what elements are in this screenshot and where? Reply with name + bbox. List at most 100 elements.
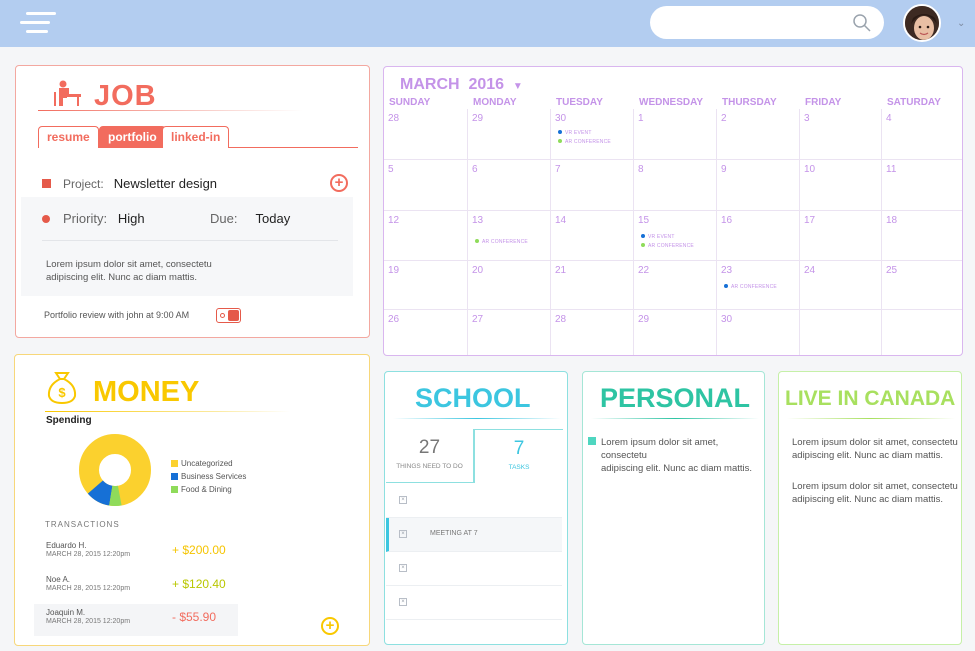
school-card: SCHOOL 27 THINGS NEED TO DO 7 TASKS × × M…	[384, 371, 568, 645]
transaction-row[interactable]: Joaquin M. MARCH 28, 2015 12:20pm - $55.…	[34, 604, 238, 636]
menu-icon[interactable]	[20, 12, 56, 34]
canada-note-line: Lorem ipsum dolor sit amet, consectetu	[792, 437, 958, 448]
calendar-day[interactable]: 11	[882, 160, 962, 211]
calendar-day-number: 15	[638, 215, 650, 226]
checkbox-icon[interactable]: ×	[399, 564, 407, 572]
personal-note: Lorem ipsum dolor sit amet, consectetu a…	[601, 436, 764, 475]
tab-resume[interactable]: resume	[38, 126, 99, 148]
calendar-day[interactable]: 23 AR CONFERENCE	[717, 261, 800, 310]
calendar-day-number: 28	[555, 314, 567, 325]
calendar-day[interactable]: 20	[468, 261, 551, 310]
calendar-day[interactable]: 15 VR EVENT AR CONFERENCE	[634, 211, 717, 261]
transaction-amount: + $200.00	[172, 543, 226, 557]
calendar-day[interactable]	[882, 310, 962, 355]
personal-note-line: adipiscing elit. Nunc ac diam mattis.	[601, 463, 753, 474]
transaction-row[interactable]: Eduardo H. MARCH 28, 2015 12:20pm + $200…	[34, 537, 238, 569]
calendar-day-number: 30	[721, 314, 733, 325]
calendar-day[interactable]: 29	[634, 310, 717, 355]
calendar-day[interactable]: 24	[800, 261, 882, 310]
calendar-day-number: 11	[886, 164, 897, 175]
event-label: AR CONFERENCE	[565, 139, 611, 145]
calendar-day[interactable]: 29	[468, 109, 551, 160]
search-icon[interactable]	[852, 13, 872, 33]
calendar-day-number: 17	[804, 215, 816, 226]
calendar-day[interactable]: 8	[634, 160, 717, 211]
calendar-event[interactable]: AR CONFERENCE	[641, 243, 694, 249]
calendar-day[interactable]: 2	[717, 109, 800, 160]
tab-portfolio[interactable]: portfolio	[99, 126, 166, 148]
add-transaction-button[interactable]: +	[321, 617, 339, 635]
personal-title-underline	[591, 418, 759, 419]
transaction-row[interactable]: Noe A. MARCH 28, 2015 12:20pm + $120.40	[34, 571, 238, 603]
calendar-day[interactable]: 22	[634, 261, 717, 310]
add-job-button[interactable]: +	[330, 174, 348, 192]
calendar-day[interactable]	[800, 310, 882, 355]
calendar-day[interactable]: 6	[468, 160, 551, 211]
tasks-stat[interactable]: 7 TASKS	[474, 429, 563, 483]
weekday-header: MONDAY	[473, 97, 517, 108]
calendar-day[interactable]: 30	[717, 310, 800, 355]
calendar-day-number: 12	[388, 215, 400, 226]
calendar-month: MARCH	[400, 76, 460, 93]
calendar-day[interactable]: 7	[551, 160, 634, 211]
calendar-day[interactable]: 21	[551, 261, 634, 310]
calendar-event[interactable]: AR CONFERENCE	[475, 239, 528, 245]
calendar-day-number: 4	[886, 113, 892, 124]
avatar[interactable]	[903, 4, 941, 42]
priority-row: Priority: High	[42, 211, 145, 226]
calendar-day[interactable]: 17	[800, 211, 882, 261]
calendar-day-number: 24	[804, 265, 816, 276]
calendar-day-number: 8	[638, 164, 644, 175]
calendar-day-number: 29	[472, 113, 484, 124]
calendar-day[interactable]: 16	[717, 211, 800, 261]
checkbox-icon[interactable]: ×	[399, 598, 407, 606]
calendar-day[interactable]: 1	[634, 109, 717, 160]
calendar-day[interactable]: 14	[551, 211, 634, 261]
calendar-day[interactable]: 30 VR EVENT AR CONFERENCE	[551, 109, 634, 160]
calendar-day[interactable]: 12	[384, 211, 468, 261]
things-stat[interactable]: 27 THINGS NEED TO DO	[386, 429, 474, 483]
weekday-header: THURSDAY	[722, 97, 777, 108]
task-label: MEETING AT 7	[430, 530, 478, 537]
calendar-day-number: 21	[555, 265, 567, 276]
search-input[interactable]	[650, 6, 884, 39]
weekday-header: SUNDAY	[389, 97, 431, 108]
transaction-name: Noe A.	[46, 575, 71, 584]
calendar-day[interactable]: 28	[551, 310, 634, 355]
calendar-day[interactable]: 25	[882, 261, 962, 310]
calendar-day[interactable]: 4	[882, 109, 962, 160]
calendar-day[interactable]: 26	[384, 310, 468, 355]
chevron-down-icon[interactable]: ⌄	[957, 18, 965, 29]
calendar-day[interactable]: 28	[384, 109, 468, 160]
task-item[interactable]: ×	[386, 484, 562, 518]
checkbox-icon[interactable]: ×	[399, 530, 407, 538]
checkbox-icon[interactable]: ×	[399, 496, 407, 504]
calendar-day[interactable]: 10	[800, 160, 882, 211]
divider	[42, 240, 338, 241]
calendar-day-number: 3	[804, 113, 810, 124]
money-bag-icon: $	[47, 372, 77, 405]
calendar-day[interactable]: 19	[384, 261, 468, 310]
calendar-day[interactable]: 3	[800, 109, 882, 160]
calendar-event[interactable]: AR CONFERENCE	[724, 284, 777, 290]
task-item[interactable]: × MEETING AT 7	[386, 518, 562, 552]
task-item[interactable]: ×	[386, 552, 562, 586]
reminder-toggle[interactable]	[216, 308, 241, 323]
calendar-day[interactable]: 9	[717, 160, 800, 211]
personal-note-line: Lorem ipsum dolor sit amet, consectetu	[601, 437, 719, 461]
transaction-name: Joaquin M.	[46, 608, 86, 617]
priority-dot-icon	[42, 215, 50, 223]
school-title: SCHOOL	[415, 383, 531, 413]
calendar-day[interactable]: 13 AR CONFERENCE	[468, 211, 551, 261]
task-item[interactable]: ×	[386, 586, 562, 620]
legend-item: Food & Dining	[171, 485, 232, 494]
tab-linked-in[interactable]: linked-in	[162, 126, 230, 148]
calendar-day[interactable]: 27	[468, 310, 551, 355]
calendar-event[interactable]: VR EVENT	[558, 130, 592, 136]
calendar-day[interactable]: 18	[882, 211, 962, 261]
calendar-month-selector[interactable]: MARCH 2016 ▼	[400, 76, 523, 94]
calendar-event[interactable]: VR EVENT	[641, 234, 675, 240]
things-count: 27	[418, 437, 441, 458]
calendar-event[interactable]: AR CONFERENCE	[558, 139, 611, 145]
calendar-day[interactable]: 5	[384, 160, 468, 211]
